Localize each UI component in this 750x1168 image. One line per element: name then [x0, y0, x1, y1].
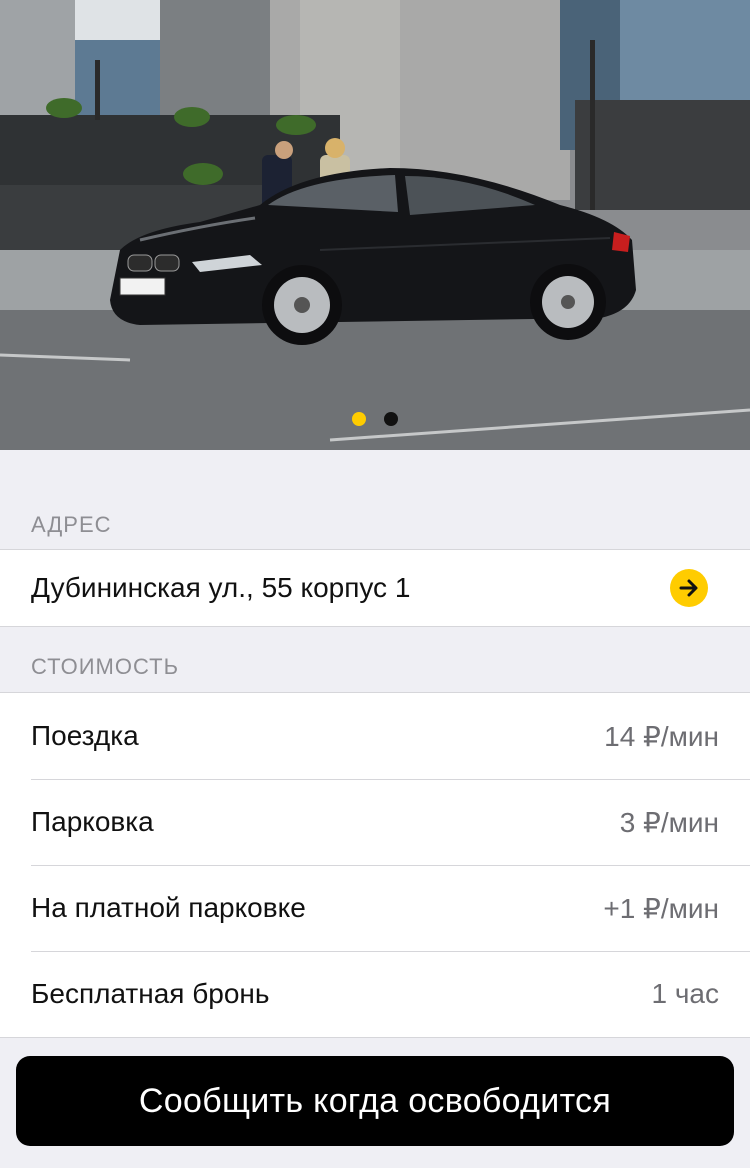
cost-label: Парковка [31, 806, 154, 837]
car-photo-gallery[interactable] [0, 0, 750, 450]
page-dot[interactable] [384, 412, 398, 426]
cost-card: Поездка 14 ₽/мин Парковка 3 ₽/мин На пла… [0, 692, 750, 1038]
cost-value: 3 ₽/мин [619, 806, 719, 838]
address-row[interactable]: Дубининская ул., 55 корпус 1 [0, 550, 750, 626]
arrow-right-icon[interactable] [670, 569, 708, 607]
address-card[interactable]: Дубининская ул., 55 корпус 1 [0, 549, 750, 627]
address-section-header: АДРЕС [31, 512, 112, 537]
cost-row-paid-parking: На платной парковке +1 ₽/мин [0, 865, 750, 951]
cost-value: 14 ₽/мин [604, 720, 719, 752]
page-dot-active[interactable] [352, 412, 366, 426]
cost-label: Поездка [31, 720, 139, 751]
cost-row-trip: Поездка 14 ₽/мин [0, 693, 750, 779]
cost-row-free-reservation: Бесплатная бронь 1 час [0, 951, 750, 1037]
cost-label: Бесплатная бронь [31, 978, 270, 1009]
car-photo [0, 0, 750, 450]
address-text: Дубининская ул., 55 корпус 1 [31, 572, 411, 603]
gallery-page-indicator[interactable] [0, 412, 750, 428]
cost-value: 1 час [651, 978, 719, 1009]
notify-when-free-button[interactable]: Сообщить когда освободится [16, 1056, 734, 1146]
cost-section-header: СТОИМОСТЬ [31, 654, 180, 679]
cost-value: +1 ₽/мин [603, 892, 719, 924]
cost-row-parking: Парковка 3 ₽/мин [0, 779, 750, 865]
cost-label: На платной парковке [31, 892, 306, 923]
